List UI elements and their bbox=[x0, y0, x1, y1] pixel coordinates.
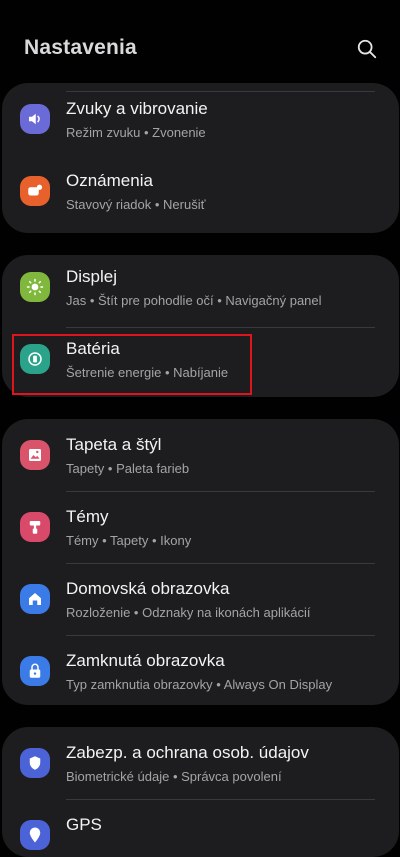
settings-item-subtitle: Tapety • Paleta farieb bbox=[66, 461, 190, 476]
settings-item-security[interactable]: Zabezp. a ochrana osob. údajov Biometric… bbox=[2, 727, 399, 799]
settings-item-label: Oznámenia bbox=[66, 171, 153, 190]
settings-item-label: GPS bbox=[66, 815, 102, 834]
page-title: Nastavenia bbox=[24, 36, 137, 59]
settings-group-appearance: Tapeta a štýl Tapety • Paleta farieb Tém… bbox=[2, 419, 399, 705]
settings-item-gps[interactable]: GPS bbox=[2, 799, 399, 857]
home-icon bbox=[20, 584, 50, 614]
settings-item-home-screen[interactable]: Domovská obrazovka Rozloženie • Odznaky … bbox=[2, 563, 399, 635]
settings-item-sounds[interactable]: Zvuky a vibrovanie Režim zvuku • Zvoneni… bbox=[2, 83, 399, 155]
settings-item-subtitle: Témy • Tapety • Ikony bbox=[66, 533, 192, 548]
themes-icon bbox=[20, 512, 50, 542]
settings-item-themes[interactable]: Témy Témy • Tapety • Ikony bbox=[2, 491, 399, 563]
settings-group-security: Zabezp. a ochrana osob. údajov Biometric… bbox=[2, 727, 399, 857]
settings-item-display[interactable]: Displej Jas • Štít pre pohodlie očí • Na… bbox=[2, 255, 399, 323]
settings-item-wallpaper[interactable]: Tapeta a štýl Tapety • Paleta farieb bbox=[2, 419, 399, 491]
settings-item-label: Zabezp. a ochrana osob. údajov bbox=[66, 743, 309, 762]
wallpaper-icon bbox=[20, 440, 50, 470]
settings-item-subtitle: Režim zvuku • Zvonenie bbox=[66, 125, 206, 140]
notification-icon bbox=[20, 176, 50, 206]
settings-item-subtitle: Typ zamknutia obrazovky • Always On Disp… bbox=[66, 677, 333, 692]
settings-item-subtitle: Biometrické údaje • Správca povolení bbox=[66, 769, 282, 784]
settings-item-lock-screen[interactable]: Zamknutá obrazovka Typ zamknutia obrazov… bbox=[2, 635, 399, 705]
app-header: Nastavenia bbox=[0, 0, 400, 82]
speaker-icon bbox=[20, 104, 50, 134]
settings-group-sound: Zvuky a vibrovanie Režim zvuku • Zvoneni… bbox=[2, 83, 399, 233]
location-icon bbox=[20, 820, 50, 850]
settings-item-label: Domovská obrazovka bbox=[66, 579, 230, 598]
settings-item-subtitle: Jas • Štít pre pohodlie očí • Navigačný … bbox=[66, 293, 322, 308]
settings-item-subtitle: Rozloženie • Odznaky na ikonách aplikáci… bbox=[66, 605, 311, 620]
settings-item-label: Tapeta a štýl bbox=[66, 435, 162, 454]
search-icon[interactable] bbox=[356, 38, 378, 60]
settings-item-subtitle: Stavový riadok • Nerušiť bbox=[66, 197, 206, 212]
shield-icon bbox=[20, 748, 50, 778]
settings-item-label: Zamknutá obrazovka bbox=[66, 651, 225, 670]
settings-item-label: Zvuky a vibrovanie bbox=[66, 99, 208, 118]
settings-item-label: Témy bbox=[66, 507, 109, 526]
lock-icon bbox=[20, 656, 50, 686]
settings-item-notifications[interactable]: Oznámenia Stavový riadok • Nerušiť bbox=[2, 155, 399, 227]
highlight-box bbox=[12, 334, 252, 395]
settings-item-label: Displej bbox=[66, 267, 118, 286]
sun-icon bbox=[20, 272, 50, 302]
